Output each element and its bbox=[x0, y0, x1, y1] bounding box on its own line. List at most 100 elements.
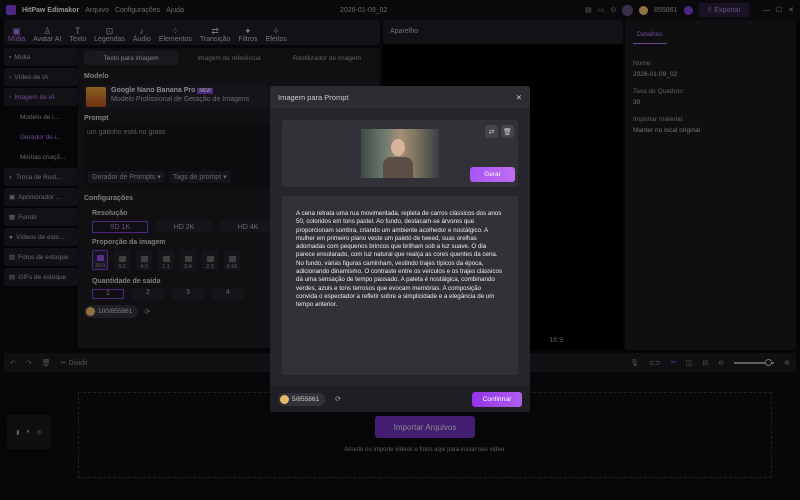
tool-midia[interactable]: ▣ Mídia bbox=[8, 26, 25, 43]
details-panel: Detalhes Nome: 2026-01-09_02 Taxa de Qua… bbox=[625, 20, 796, 350]
feedback-icon[interactable]: ▭ bbox=[598, 6, 605, 14]
sidebar-item-imagem-ia[interactable]: ▫ Imagem de IA bbox=[4, 88, 78, 106]
effects-icon: ✧ bbox=[272, 26, 280, 36]
delete-icon[interactable]: 🗑 bbox=[42, 359, 51, 367]
menu-ajuda[interactable]: Ajuda bbox=[166, 7, 184, 14]
tab-restilizador[interactable]: Restilizador de imagem bbox=[280, 51, 374, 65]
zoom-slider-knob[interactable] bbox=[765, 358, 773, 366]
ratio-3-2[interactable]: 3:2 bbox=[114, 250, 130, 270]
ratio-1-1[interactable]: 1:1 bbox=[158, 250, 174, 270]
tab-imagem-referencia[interactable]: Imagem de referência bbox=[182, 51, 276, 65]
ratio-label: 3:4 bbox=[184, 264, 192, 270]
add-credits-button[interactable] bbox=[683, 5, 693, 15]
replace-image-icon[interactable]: ⇄ bbox=[485, 125, 498, 138]
quantity-3[interactable]: 3 bbox=[172, 289, 204, 299]
redo-icon[interactable]: ↷ bbox=[26, 359, 32, 367]
zoom-out-icon[interactable]: ⊖ bbox=[718, 359, 724, 367]
sidebar: ▪ Mídia ▫ Vídeo de IA ▫ Imagem de IA Mod… bbox=[4, 48, 78, 348]
media-toolbar: ▣ Mídia ♙ Avatar AI T Texto ⊡ Legendas ♪ Áudi… bbox=[4, 20, 380, 45]
sidebar-item-minhas-criacoes[interactable]: Minhas criaçõ... bbox=[4, 148, 78, 166]
download-icon[interactable]: ⊙ bbox=[610, 6, 616, 14]
mic-icon[interactable]: 🎙 bbox=[630, 359, 639, 367]
ratio-9-16[interactable]: 9:16 bbox=[224, 250, 240, 270]
resolution-sd1k[interactable]: SD 1K bbox=[92, 221, 148, 233]
refresh-icon[interactable]: ⟳ bbox=[335, 395, 341, 403]
tab-detalhes[interactable]: Detalhes bbox=[633, 26, 667, 44]
resolution-hd2k[interactable]: HD 2K bbox=[156, 221, 212, 233]
close-icon[interactable]: ✕ bbox=[516, 93, 522, 102]
tab-texto-imagem[interactable]: Texto para imagem bbox=[84, 51, 178, 65]
maximize-button[interactable]: ☐ bbox=[776, 6, 782, 14]
sidebar-label: Imagem de IA bbox=[14, 93, 55, 101]
generate-button[interactable]: Gerar bbox=[470, 167, 515, 182]
refresh-icon[interactable]: ⟳ bbox=[144, 308, 150, 316]
quantity-1[interactable]: 1 bbox=[92, 289, 124, 299]
transition-icon: ⇄ bbox=[211, 26, 219, 36]
tool-efeitos[interactable]: ✧ Efeitos bbox=[265, 26, 286, 43]
cost-text: 5/855861 bbox=[292, 395, 320, 403]
sidebar-item-midia[interactable]: ▪ Mídia bbox=[4, 48, 78, 66]
filters-icon: ✦ bbox=[244, 26, 252, 36]
track-controls: ▮ ♦ ◎ bbox=[7, 415, 51, 449]
resolution-hd4k[interactable]: HD 4K bbox=[220, 221, 276, 233]
model-selector[interactable]: Google Nano Banana Pro NEW Modelo Profis… bbox=[84, 85, 269, 109]
prompt-generator-button[interactable]: Gerador de Prompts ▾ bbox=[88, 171, 165, 183]
lock-icon[interactable]: ▮ bbox=[16, 429, 19, 436]
tool-texto[interactable]: T Texto bbox=[69, 26, 86, 43]
tool-avatar[interactable]: ♙ Avatar AI bbox=[33, 26, 61, 43]
zoom-slider[interactable] bbox=[734, 358, 775, 366]
sidebar-label: GIFs de estoque bbox=[18, 273, 67, 281]
avatar[interactable] bbox=[622, 4, 634, 16]
visibility-icon[interactable]: ◎ bbox=[37, 429, 42, 436]
project-title: 2026-01-09_02 bbox=[339, 6, 388, 14]
layout-icon[interactable]: ▤ bbox=[585, 6, 592, 14]
tool-filtros[interactable]: ✦ Filtros bbox=[238, 26, 257, 43]
sidebar-item-gerador[interactable]: Gerador de i... bbox=[4, 128, 78, 146]
audio-split-icon[interactable]: ◫ bbox=[686, 359, 693, 367]
ratio-3-4[interactable]: 3:4 bbox=[180, 250, 196, 270]
quantity-4[interactable]: 4 bbox=[212, 289, 244, 299]
prompt-tags-button[interactable]: Tags de prompt ▾ bbox=[168, 171, 231, 183]
audio-icon[interactable]: ♦ bbox=[27, 429, 30, 435]
menu-arquivo[interactable]: Arquivo bbox=[85, 7, 109, 14]
name-value: 2026-01-09_02 bbox=[633, 71, 678, 78]
ratio-16-9[interactable]: 16:9 bbox=[92, 250, 108, 270]
aspect-ratio-select[interactable]: 16:9 bbox=[549, 337, 563, 344]
magnet-icon[interactable]: ▪▪ bbox=[671, 359, 676, 366]
model-thumbnail bbox=[86, 87, 106, 107]
tool-legendas[interactable]: ⊡ Legendas bbox=[94, 26, 125, 43]
menu-configuracoes[interactable]: Configurações bbox=[115, 7, 160, 14]
app-name: HitPaw Edimakor bbox=[22, 6, 80, 14]
split-button[interactable]: ✂ Dividir bbox=[61, 359, 88, 367]
sidebar-item-videos-estoque[interactable]: ● Vídeos de esto... bbox=[4, 228, 78, 246]
import-files-button[interactable]: Importar Arquivos bbox=[375, 416, 475, 438]
confirm-button[interactable]: Confirmar bbox=[472, 391, 522, 407]
sidebar-item-modelo[interactable]: Modelo de i... bbox=[4, 108, 78, 126]
sidebar-item-gifs-estoque[interactable]: ▤ GIFs de estoque bbox=[4, 268, 78, 286]
ratio-4-3[interactable]: 4:3 bbox=[136, 250, 152, 270]
ratio-label: 3:2 bbox=[118, 264, 126, 270]
zoom-in-icon[interactable]: ⊕ bbox=[784, 359, 790, 367]
export-label: Exportar bbox=[714, 7, 741, 14]
close-button[interactable]: ✕ bbox=[788, 6, 794, 14]
link-icon[interactable]: ⊂⊃ bbox=[649, 359, 661, 367]
preview-title: Aparelho bbox=[390, 28, 419, 35]
import-value: Manter no local original bbox=[633, 127, 701, 134]
tool-transicao[interactable]: ⇄ Transição bbox=[200, 26, 230, 43]
export-button[interactable]: ⇪ Exportar bbox=[698, 3, 749, 17]
quantity-2[interactable]: 2 bbox=[132, 289, 164, 299]
generated-prompt-text[interactable]: A cena retrata uma rua movimentada, repl… bbox=[282, 196, 518, 375]
delete-image-icon[interactable]: 🗑 bbox=[501, 125, 514, 138]
sidebar-item-fotos-estoque[interactable]: ▨ Fotos de estoque bbox=[4, 248, 78, 266]
undo-icon[interactable]: ↶ bbox=[10, 359, 16, 367]
minimize-button[interactable]: — bbox=[763, 7, 770, 14]
fit-icon[interactable]: ⊟ bbox=[702, 359, 708, 367]
sidebar-item-video-ia[interactable]: ▫ Vídeo de IA bbox=[4, 68, 78, 86]
sidebar-item-fundo[interactable]: ▦ Fundo bbox=[4, 208, 78, 226]
sidebar-item-troca-rosto[interactable]: ◐ Troca de Rost... bbox=[4, 168, 78, 186]
ratio-2-3[interactable]: 2:3 bbox=[202, 250, 218, 270]
sidebar-item-aprimorador[interactable]: ▣ Aprimorador ... bbox=[4, 188, 78, 206]
sidebar-label: Minhas criaçõ... bbox=[20, 153, 66, 161]
tool-audio[interactable]: ♪ Áudio bbox=[133, 26, 151, 43]
tool-elementos[interactable]: ⁘ Elementos bbox=[159, 26, 192, 43]
